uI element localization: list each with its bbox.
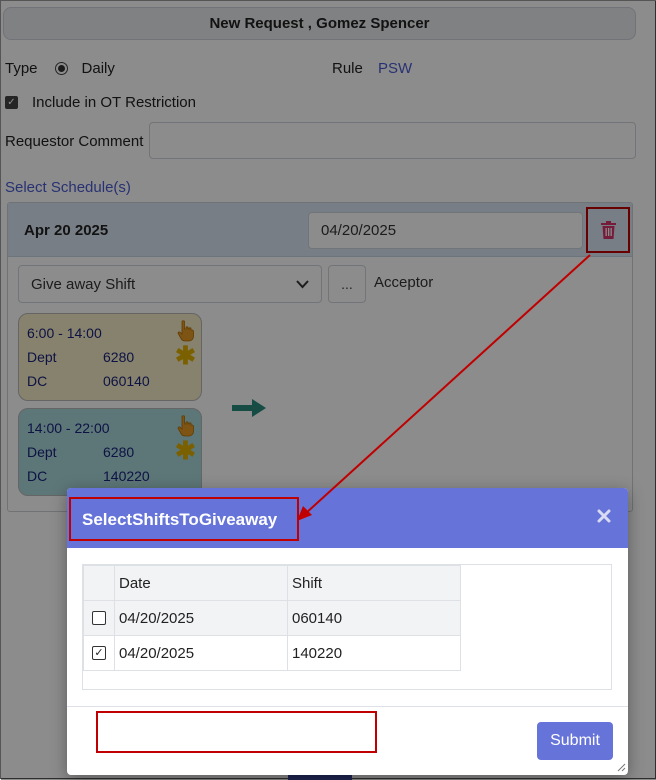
date-cell: 04/20/2025 <box>114 635 288 671</box>
row-checkbox[interactable] <box>92 611 106 625</box>
column-header-date[interactable]: Date <box>114 565 288 601</box>
window-frame: New Request , Gomez Spencer Type Daily R… <box>0 0 656 780</box>
annotation-highlight-box <box>96 711 377 753</box>
row-select-cell: ✓ <box>83 635 115 671</box>
close-icon[interactable] <box>597 509 611 523</box>
shift-cell: 060140 <box>287 600 461 636</box>
table-header-row: Date Shift <box>83 565 461 601</box>
submit-button[interactable]: Submit <box>537 722 613 760</box>
row-select-cell <box>83 600 115 636</box>
resize-icon[interactable] <box>616 762 626 772</box>
select-shifts-modal: SelectShiftsToGiveaway Date Shift 04/20/… <box>67 488 628 775</box>
shift-cell: 140220 <box>287 635 461 671</box>
column-header-select <box>83 565 115 601</box>
shift-grid: Date Shift 04/20/2025 060140 ✓ 04/20/202… <box>82 564 612 753</box>
table-row[interactable]: 04/20/2025 060140 <box>83 600 461 636</box>
column-header-shift[interactable]: Shift <box>287 565 461 601</box>
modal-header: SelectShiftsToGiveaway <box>67 488 628 548</box>
table-row[interactable]: ✓ 04/20/2025 140220 <box>83 635 461 671</box>
annotation-highlight-box <box>69 497 299 541</box>
row-checkbox-checked[interactable]: ✓ <box>92 646 106 660</box>
date-cell: 04/20/2025 <box>114 600 288 636</box>
shift-table: Date Shift 04/20/2025 060140 ✓ 04/20/202… <box>83 565 461 671</box>
modal-footer-divider <box>67 706 628 707</box>
